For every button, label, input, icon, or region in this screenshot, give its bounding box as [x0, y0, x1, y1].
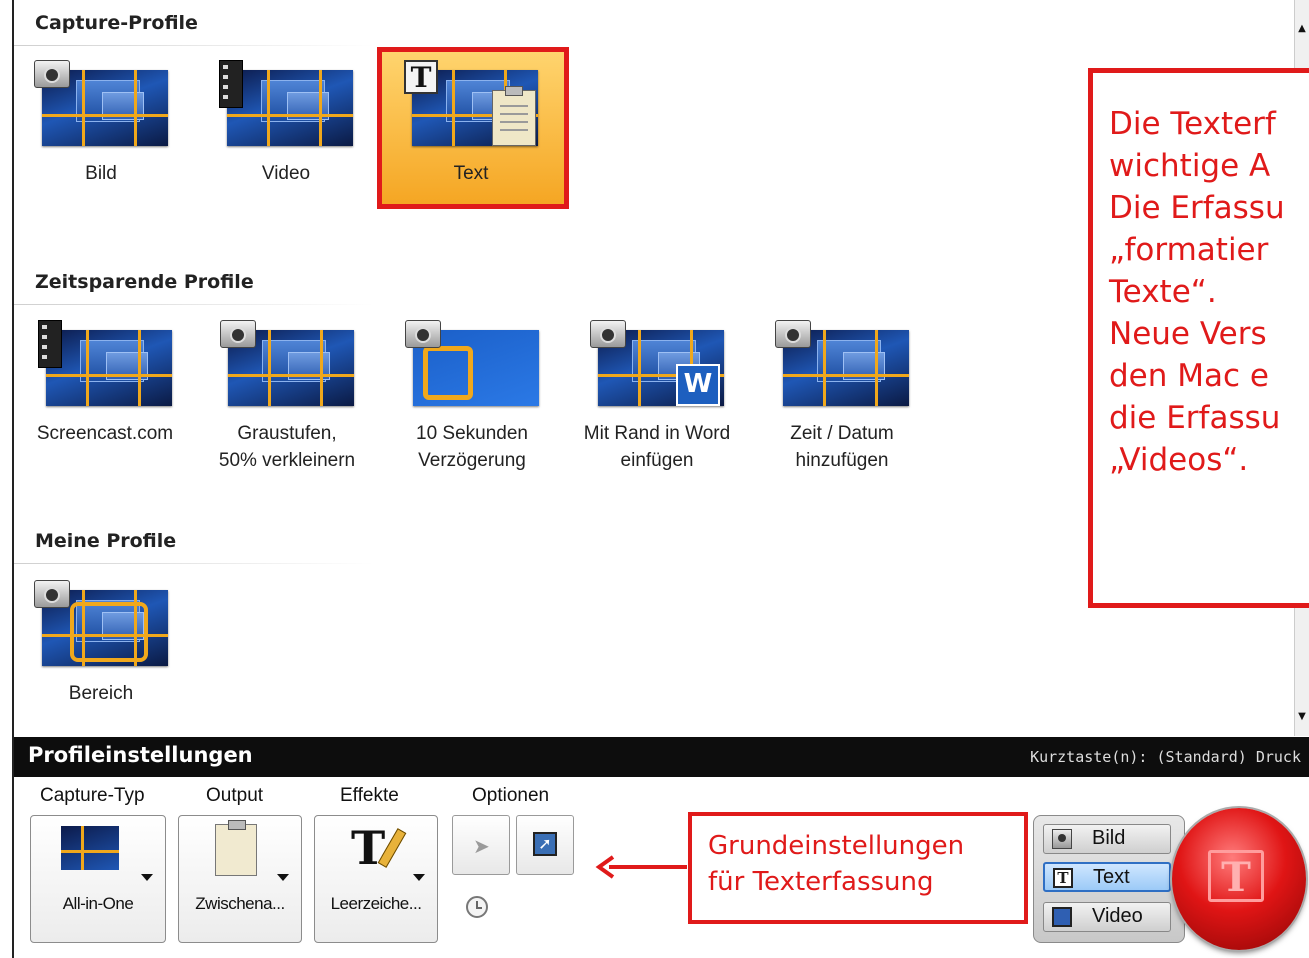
profile-label: 10 Sekunden Verzögerung [416, 423, 528, 471]
profile-zeit-datum[interactable]: Zeit / Datum hinzufügen [757, 320, 927, 474]
profile-word[interactable]: W Mit Rand in Word einfügen [572, 320, 742, 474]
word-icon: W [676, 364, 720, 406]
profile-label: Bild [85, 163, 117, 184]
profile-label: Bereich [68, 683, 134, 704]
output-label: Output [206, 785, 264, 806]
text-t-icon: T [404, 60, 438, 94]
camera-icon [220, 320, 256, 348]
preview-option-button[interactable]: ➚ [516, 815, 574, 875]
profile-thumbnail [405, 320, 539, 406]
section-divider [14, 563, 374, 564]
clipboard-icon [492, 86, 536, 146]
cursor-icon: ➤ [473, 834, 490, 858]
profile-label: Mit Rand in Word einfügen [583, 423, 731, 471]
section-title-my-profiles: Meine Profile [35, 530, 177, 552]
profile-bereich[interactable]: Bereich [26, 580, 176, 707]
all-in-one-icon [61, 826, 119, 870]
scroll-down-icon[interactable]: ▼ [1297, 710, 1307, 724]
profile-thumbnail [220, 320, 354, 406]
profile-label: Graustufen, 50% verkleinern [218, 423, 356, 471]
profile-thumbnail [219, 60, 353, 146]
effects-label: Effekte [340, 785, 399, 806]
section-divider [14, 45, 374, 46]
capture-mode-selector: Bild T Text Video [1033, 815, 1185, 943]
mode-text[interactable]: T Text [1043, 862, 1171, 892]
section-divider [14, 304, 374, 305]
mode-bild[interactable]: Bild [1043, 824, 1171, 854]
camera-icon [590, 320, 626, 348]
profile-settings-title: Profileinstellungen [28, 743, 253, 767]
chevron-down-icon [277, 874, 289, 881]
profile-screencast[interactable]: Screencast.com [20, 320, 190, 447]
callout-arrow [595, 855, 687, 879]
camera-icon [405, 320, 441, 348]
profile-graustufen[interactable]: Graustufen, 50% verkleinern [202, 320, 372, 474]
profile-label: Zeit / Datum hinzufügen [790, 423, 894, 471]
output-dropdown[interactable]: Zwischena... [178, 815, 302, 943]
options-label: Optionen [472, 785, 550, 806]
section-title-timesaving-profiles: Zeitsparende Profile [35, 271, 254, 293]
profile-settings-header: Profileinstellungen Kurztaste(n): (Stand… [14, 737, 1309, 777]
cursor-option-button[interactable]: ➤ [452, 815, 510, 875]
hotkey-label: Kurztaste(n): (Standard) Druck [1030, 748, 1301, 766]
mode-video[interactable]: Video [1043, 902, 1171, 932]
annotation-callout-basic-settings: Grundeinstellungen für Texterfassung [688, 812, 1028, 924]
text-t-icon: T [1208, 850, 1264, 902]
film-icon [1052, 907, 1072, 927]
profile-thumbnail: T [404, 60, 538, 146]
profile-bild[interactable]: Bild [26, 60, 176, 187]
profile-thumbnail [34, 60, 168, 146]
clipboard-icon [215, 820, 257, 876]
camera-icon [34, 580, 70, 608]
profile-thumbnail: W [590, 320, 724, 406]
section-title-capture-profiles: Capture-Profile [35, 12, 198, 34]
annotation-callout-text-capture: Die Texterf wichtige A Die Erfassu „form… [1088, 68, 1309, 608]
chevron-down-icon [413, 874, 425, 881]
profile-label: Video [261, 163, 311, 184]
preview-icon: ➚ [533, 832, 557, 856]
profile-label: Screencast.com [36, 423, 174, 444]
profile-10-sekunden[interactable]: 10 Sekunden Verzögerung [387, 320, 557, 474]
profile-thumbnail [34, 580, 168, 666]
film-icon [219, 60, 243, 108]
profile-thumbnail [775, 320, 909, 406]
film-icon [38, 320, 62, 368]
chevron-down-icon [141, 874, 153, 881]
profile-text[interactable]: T Text [396, 60, 546, 187]
text-t-icon: T [1053, 868, 1073, 888]
effects-dropdown[interactable]: T Leerzeiche... [314, 815, 438, 943]
camera-icon [34, 60, 70, 88]
scroll-up-icon[interactable]: ▲ [1297, 22, 1307, 36]
profile-thumbnail [38, 320, 172, 406]
camera-icon [1052, 829, 1072, 849]
capture-type-dropdown[interactable]: All-in-One [30, 815, 166, 943]
timer-icon[interactable] [466, 896, 488, 918]
profile-video[interactable]: Video [211, 60, 361, 187]
camera-icon [775, 320, 811, 348]
profile-label: Text [453, 163, 489, 184]
capture-button[interactable]: T [1172, 808, 1306, 950]
capture-type-label: Capture-Typ [40, 785, 145, 806]
